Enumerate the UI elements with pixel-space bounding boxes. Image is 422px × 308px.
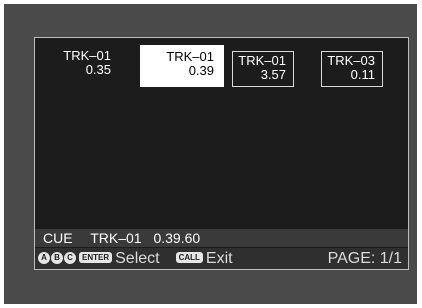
cue-mode-label: CUE xyxy=(43,230,73,246)
monitor-bezel: TRK–01 0.35 TRK–01 0.39 TRK–01 3.57 TRK–… xyxy=(4,4,417,304)
select-label: Select xyxy=(115,250,160,267)
help-bar: A B C ENTER Select CALL Exit PAGE: 1/1 xyxy=(35,248,408,269)
track-time: 0.35 xyxy=(85,62,111,77)
cue-track-label: TRK–01 xyxy=(90,230,142,246)
enter-key-icon[interactable]: ENTER xyxy=(79,252,113,264)
track-name: TRK–01 xyxy=(238,53,286,68)
cue-status-line: CUE TRK–01 0.39.60 xyxy=(35,229,408,247)
b-key-icon[interactable]: B xyxy=(51,251,63,264)
call-key-icon[interactable]: CALL xyxy=(175,252,203,264)
cue-position-value: 0.39.60 xyxy=(153,230,201,246)
track-name: TRK–01 xyxy=(63,48,111,63)
track-time: 0.39 xyxy=(188,63,214,78)
track-slot-1[interactable]: TRK–01 0.35 xyxy=(56,45,118,86)
osd-screen: TRK–01 0.35 TRK–01 0.39 TRK–01 3.57 TRK–… xyxy=(34,37,409,270)
track-name: TRK–03 xyxy=(327,53,375,68)
track-time: 0.11 xyxy=(350,67,375,82)
page-indicator: PAGE: 1/1 xyxy=(327,250,402,267)
track-time: 3.57 xyxy=(260,67,286,82)
track-slot-3[interactable]: TRK–01 3.57 xyxy=(232,51,294,87)
exit-label: Exit xyxy=(205,250,233,267)
a-key-icon[interactable]: A xyxy=(38,251,50,264)
track-name: TRK–01 xyxy=(166,49,214,64)
track-slot-2-selected[interactable]: TRK–01 0.39 xyxy=(140,45,224,87)
c-key-icon[interactable]: C xyxy=(64,251,76,264)
track-slot-4[interactable]: TRK–03 0.11 xyxy=(321,51,383,87)
